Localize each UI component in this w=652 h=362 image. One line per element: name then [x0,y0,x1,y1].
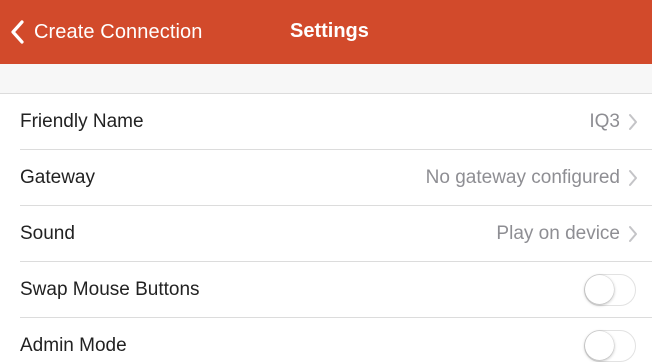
gateway-row[interactable]: Gateway No gateway configured [20,150,652,206]
admin-mode-row: Admin Mode [20,318,652,362]
page-title: Settings [290,20,369,42]
toggle-knob [585,274,614,304]
gateway-value: No gateway configured [425,166,620,188]
chevron-right-icon [628,169,638,187]
friendly-name-row[interactable]: Friendly Name IQ3 [20,94,652,150]
toggle-knob [585,331,614,360]
friendly-name-value: IQ3 [589,110,620,132]
back-button-label: Create Connection [34,20,203,43]
swap-mouse-buttons-toggle[interactable] [584,273,636,306]
settings-screen: Create Connection Settings Friendly Name… [0,0,652,362]
sound-label: Sound [20,222,75,244]
chevron-right-icon [628,225,638,243]
admin-mode-toggle[interactable] [584,330,636,362]
gateway-label: Gateway [20,166,95,188]
admin-mode-label: Admin Mode [20,335,127,356]
friendly-name-label: Friendly Name [20,110,144,132]
back-button[interactable]: Create Connection [6,14,202,50]
sound-row[interactable]: Sound Play on device [20,206,652,262]
chevron-right-icon [628,113,638,131]
navigation-bar: Create Connection Settings [0,0,652,64]
settings-list: Friendly Name IQ3 Gateway No gateway con… [0,94,652,362]
section-spacer [0,64,652,94]
sound-value: Play on device [496,222,620,244]
swap-mouse-buttons-row: Swap Mouse Buttons [20,262,652,318]
swap-mouse-buttons-label: Swap Mouse Buttons [20,278,200,300]
chevron-left-icon [6,14,28,50]
